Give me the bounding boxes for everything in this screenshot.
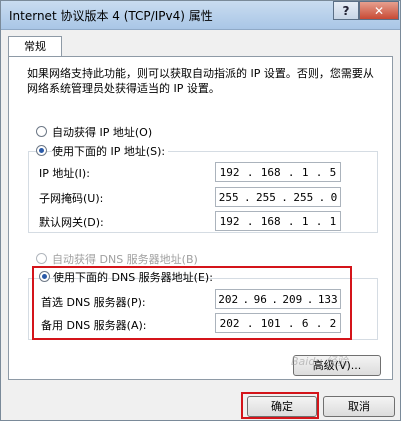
- close-icon: ✕: [373, 3, 385, 18]
- title-bar[interactable]: Internet 协议版本 4 (TCP/IPv4) 属性 ? ✕: [1, 1, 400, 30]
- preferred-dns-input[interactable]: 202. 96. 209. 133: [215, 289, 341, 309]
- octet: 168: [260, 165, 281, 179]
- alternate-dns-input[interactable]: 202. 101. 6. 2: [215, 313, 341, 333]
- manual-dns-radio[interactable]: [39, 271, 50, 282]
- description-text: 如果网络支持此功能，则可以获取自动指派的 IP 设置。否则，您需要从网络系统管理…: [27, 67, 374, 95]
- manual-ip-label[interactable]: 使用下面的 IP 地址(S):: [52, 143, 169, 159]
- octet: 2: [329, 316, 337, 330]
- dialog-window: Internet 协议版本 4 (TCP/IPv4) 属性 ? ✕ 常规 如果网…: [0, 0, 401, 421]
- preferred-dns-label: 首选 DNS 服务器(P):: [41, 296, 146, 309]
- octet: 168: [260, 214, 281, 228]
- manual-dns-label[interactable]: 使用下面的 DNS 服务器地址(E):: [53, 269, 213, 285]
- alternate-dns-label: 备用 DNS 服务器(A):: [41, 319, 147, 332]
- octet: 5: [329, 165, 337, 179]
- help-button[interactable]: ?: [333, 1, 359, 20]
- auto-ip-radio[interactable]: [36, 126, 47, 137]
- watermark-text: Baidu 经验: [291, 355, 348, 368]
- octet: 1: [301, 165, 309, 179]
- baidu-watermark: Baidu 经验: [291, 353, 401, 413]
- octet: 1: [301, 214, 309, 228]
- octet: 101: [260, 316, 281, 330]
- octet: 202: [218, 292, 239, 306]
- octet: 255: [256, 190, 276, 204]
- octet: 255: [293, 190, 314, 204]
- octet: 96: [253, 292, 267, 306]
- octet: 202: [219, 316, 240, 330]
- question-icon: ?: [342, 3, 350, 18]
- octet: 0: [330, 190, 338, 204]
- octet: 192: [219, 165, 240, 179]
- octet: 133: [317, 292, 338, 306]
- octet: 192: [219, 214, 240, 228]
- tab-general[interactable]: 常规: [8, 36, 62, 57]
- manual-ip-radio[interactable]: [36, 145, 47, 156]
- octet: 255: [218, 190, 239, 204]
- subnet-mask-label: 子网掩码(U):: [39, 192, 104, 205]
- octet: 209: [282, 292, 303, 306]
- auto-dns-label[interactable]: 自动获得 DNS 服务器地址(B): [52, 251, 198, 267]
- octet: 6: [301, 316, 309, 330]
- auto-ip-label[interactable]: 自动获得 IP 地址(O): [52, 124, 152, 140]
- auto-dns-radio[interactable]: [36, 253, 47, 264]
- default-gateway-input[interactable]: 192. 168. 1. 1: [215, 211, 341, 231]
- ip-address-input[interactable]: 192. 168. 1. 5: [215, 162, 341, 182]
- ip-address-label: IP 地址(I):: [39, 167, 90, 180]
- close-button[interactable]: ✕: [359, 1, 399, 20]
- default-gateway-label: 默认网关(D):: [39, 216, 104, 229]
- subnet-mask-input[interactable]: 255. 255. 255. 0: [215, 187, 341, 207]
- octet: 1: [329, 214, 337, 228]
- window-title: Internet 协议版本 4 (TCP/IPv4) 属性: [9, 9, 213, 23]
